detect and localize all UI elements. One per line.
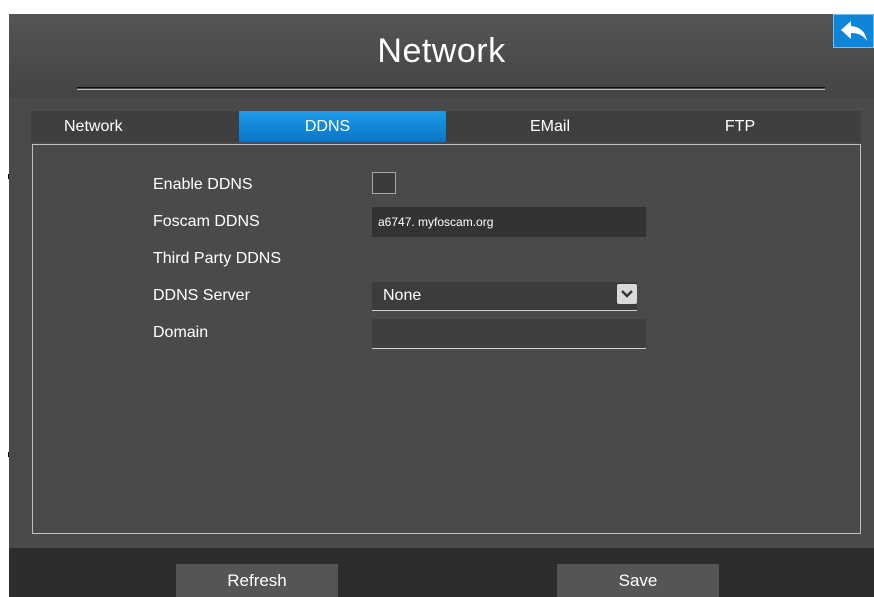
- tab-ftp[interactable]: FTP: [654, 111, 861, 142]
- refresh-button[interactable]: Refresh: [176, 564, 338, 597]
- back-button[interactable]: [833, 14, 874, 48]
- page-title: Network: [377, 32, 506, 70]
- enable-ddns-checkbox[interactable]: [372, 172, 396, 194]
- header-divider: [77, 87, 825, 88]
- ddns-server-label: DDNS Server: [153, 287, 250, 304]
- tab-bar: Network DDNS EMail FTP: [31, 111, 861, 142]
- third-party-ddns-label: Third Party DDNS: [153, 250, 282, 267]
- footer-bar: Refresh Save: [9, 548, 874, 597]
- tab-ddns[interactable]: DDNS: [239, 111, 446, 142]
- tab-network[interactable]: Network: [31, 111, 239, 142]
- save-button[interactable]: Save: [557, 564, 719, 597]
- dropdown-button[interactable]: [617, 284, 637, 304]
- back-arrow-icon: [840, 21, 867, 41]
- ddns-server-select[interactable]: None: [372, 282, 637, 311]
- tab-email[interactable]: EMail: [446, 111, 654, 142]
- network-window: Network Network DDNS EMail FTP Enable DD…: [9, 14, 874, 597]
- domain-input[interactable]: [372, 319, 646, 349]
- foscam-ddns-field: a6747. myfoscam.org: [372, 207, 646, 237]
- enable-ddns-label: Enable DDNS: [153, 176, 253, 193]
- header: Network: [9, 14, 874, 98]
- foscam-ddns-label: Foscam DDNS: [153, 213, 260, 230]
- header-divider-highlight: [77, 89, 825, 90]
- chevron-down-icon: [621, 290, 633, 298]
- domain-label: Domain: [153, 324, 209, 341]
- ddns-server-value: None: [383, 287, 422, 304]
